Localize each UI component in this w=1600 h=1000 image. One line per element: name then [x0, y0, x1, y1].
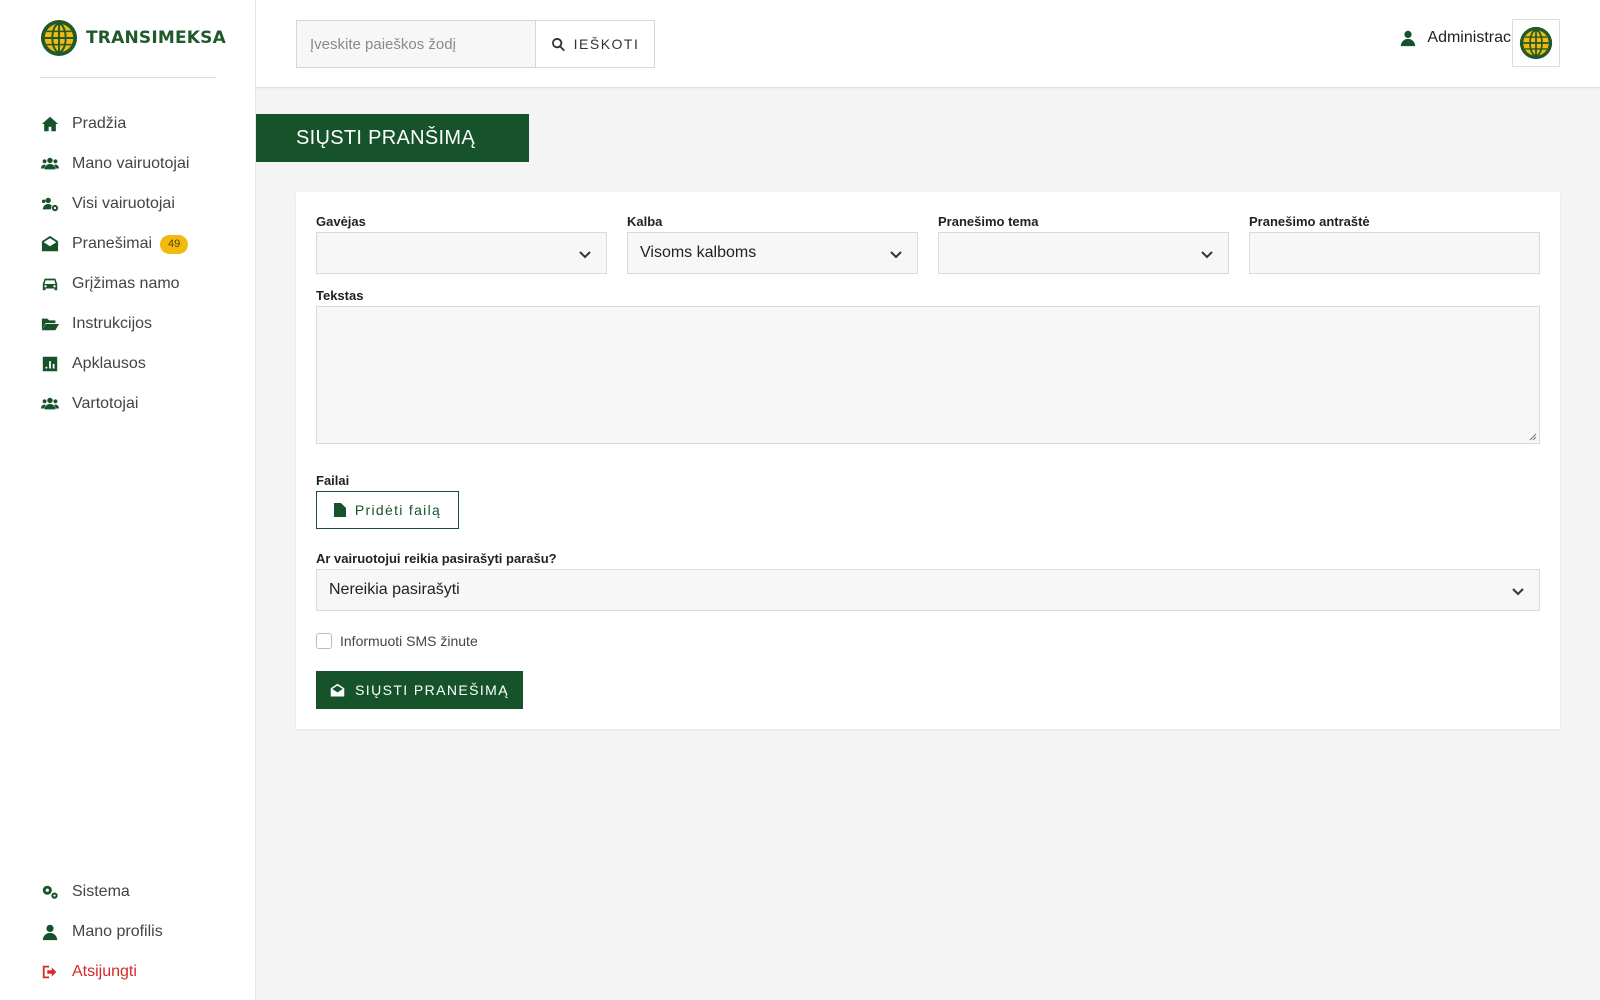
users-gear-icon: [40, 194, 60, 214]
add-file-button[interactable]: Pridėti failą: [316, 491, 459, 529]
topic-select[interactable]: [938, 232, 1229, 274]
sms-checkbox[interactable]: [316, 633, 332, 649]
signature-value: Nereikia pasirašyti: [329, 581, 460, 598]
resize-handle-icon[interactable]: [1529, 433, 1537, 441]
sidebar-item-visi-vairuotojai[interactable]: Visi vairuotojai: [40, 184, 240, 224]
gears-icon: [40, 882, 60, 902]
message-form: Gavėjas Kalba Visoms kalboms Pranešimo t…: [296, 192, 1560, 729]
sidebar-item-label: Mano vairuotojai: [72, 155, 190, 172]
sidebar-item-label: Atsijungti: [72, 963, 137, 980]
sidebar-item-pranesimai[interactable]: Pranešimai 49: [40, 224, 240, 264]
users-icon: [40, 154, 60, 174]
sidebar-bottom-nav: Sistema Mano profilis Atsijungti: [40, 872, 240, 992]
heading-input[interactable]: [1249, 232, 1540, 274]
sidebar-item-label: Pranešimai: [72, 235, 153, 252]
chart-icon: [40, 354, 60, 374]
sidebar-item-label: Visi vairuotojai: [72, 195, 175, 212]
car-icon: [40, 274, 60, 294]
notifications-badge: 49: [160, 234, 189, 254]
topic-label: Pranešimo tema: [938, 214, 1039, 229]
folder-open-icon: [40, 314, 60, 334]
message-textarea[interactable]: [316, 306, 1540, 444]
sidebar-item-vartotojai[interactable]: Vartotojai: [40, 384, 240, 424]
sidebar-nav: Pradžia Mano vairuotojai Visi vairuotoja…: [40, 104, 240, 424]
sidebar-item-label: Apklausos: [72, 355, 146, 372]
user-menu[interactable]: Administracija: [1399, 29, 1527, 47]
language-label: Kalba: [627, 214, 663, 229]
files-label: Failai: [316, 473, 350, 488]
sidebar-item-grizimas-namo[interactable]: Grįžimas namo: [40, 264, 240, 304]
chevron-down-icon: [1511, 584, 1525, 598]
page-title: SIŲSTI PRANŠIMĄ: [256, 114, 529, 162]
signature-select[interactable]: Nereikia pasirašyti: [316, 569, 1540, 611]
search-input[interactable]: [296, 20, 536, 68]
home-icon: [40, 114, 60, 134]
sidebar-item-label: Mano profilis: [72, 923, 163, 940]
search-button[interactable]: IEŠKOTI: [536, 20, 655, 68]
sidebar-item-instrukcijos[interactable]: Instrukcijos: [40, 304, 240, 344]
sidebar-item-mano-profilis[interactable]: Mano profilis: [40, 912, 240, 952]
brand-name: TRANSIMEKSA: [86, 28, 226, 48]
sidebar: TRANSIMEKSA Pradžia Mano vairuotojai Vis…: [0, 0, 256, 1000]
chevron-down-icon: [578, 247, 592, 261]
recipient-label: Gavėjas: [316, 214, 366, 229]
sidebar-item-atsijungti[interactable]: Atsijungti: [40, 952, 240, 992]
user-icon: [1401, 30, 1416, 47]
envelope-open-icon: [330, 683, 345, 696]
sidebar-item-label: Instrukcijos: [72, 315, 153, 332]
signature-label: Ar vairuotojui reikia pasirašyti parašu?: [316, 551, 557, 566]
globe-logo-icon: [1519, 26, 1553, 60]
topbar: IEŠKOTI Administracija: [256, 0, 1600, 88]
text-label: Tekstas: [316, 288, 364, 303]
sidebar-item-label: Vartotojai: [72, 395, 139, 412]
add-file-label: Pridėti failą: [354, 502, 442, 518]
search-icon: [551, 37, 565, 51]
send-message-button[interactable]: SIŲSTI PRANEŠIMĄ: [316, 671, 523, 709]
language-select[interactable]: Visoms kalboms: [627, 232, 918, 274]
file-icon: [333, 503, 346, 517]
sidebar-item-label: Grįžimas namo: [72, 275, 180, 292]
divider: [40, 77, 216, 78]
sidebar-item-mano-vairuotojai[interactable]: Mano vairuotojai: [40, 144, 240, 184]
sidebar-item-pradzia[interactable]: Pradžia: [40, 104, 240, 144]
sidebar-item-apklausos[interactable]: Apklausos: [40, 344, 240, 384]
search-bar: IEŠKOTI: [296, 20, 655, 68]
language-value: Visoms kalboms: [640, 244, 757, 261]
recipient-select[interactable]: [316, 232, 607, 274]
users-icon: [40, 394, 60, 414]
sidebar-item-label: Pradžia: [72, 115, 127, 132]
chevron-down-icon: [1200, 247, 1214, 261]
avatar[interactable]: [1512, 19, 1560, 67]
user-icon: [40, 922, 60, 942]
logo[interactable]: TRANSIMEKSA: [40, 19, 226, 57]
search-button-label: IEŠKOTI: [573, 36, 640, 52]
heading-label: Pranešimo antraštė: [1249, 214, 1370, 229]
sidebar-item-sistema[interactable]: Sistema: [40, 872, 240, 912]
sms-label[interactable]: Informuoti SMS žinute: [340, 633, 478, 649]
envelope-open-icon: [40, 234, 60, 254]
sign-out-icon: [40, 962, 60, 982]
sidebar-item-label: Sistema: [72, 883, 130, 900]
send-message-label: SIŲSTI PRANEŠIMĄ: [355, 682, 509, 698]
chevron-down-icon: [889, 247, 903, 261]
globe-logo-icon: [40, 19, 78, 57]
